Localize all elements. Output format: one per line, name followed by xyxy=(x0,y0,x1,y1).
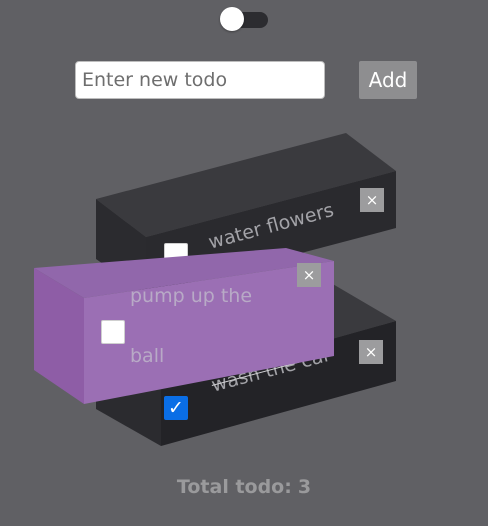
delete-button[interactable]: × xyxy=(360,188,384,212)
todo-label-line-1: pump up the xyxy=(130,285,253,307)
delete-button[interactable]: × xyxy=(297,263,321,287)
todo-item: water flowers × xyxy=(0,0,488,526)
todo-block-shape xyxy=(34,248,334,404)
todo-label: wash the car xyxy=(209,343,333,397)
todo-checkbox[interactable]: ✓ xyxy=(164,396,188,420)
todo-checkbox[interactable] xyxy=(164,243,188,267)
todo-item: pump up the ball × xyxy=(0,0,488,526)
total-label: Total todo: xyxy=(176,476,292,498)
todo-list: ✓ wash the car × water flowers × pump up… xyxy=(0,0,488,526)
todo-total: Total todo: 3 xyxy=(0,476,488,498)
delete-button[interactable]: × xyxy=(359,340,383,364)
todo-item: ✓ wash the car × xyxy=(0,0,488,526)
todo-label: water flowers xyxy=(206,199,337,254)
todo-checkbox[interactable] xyxy=(101,320,125,344)
todo-label-line-2: ball xyxy=(130,345,165,367)
todo-block-shape xyxy=(96,283,396,446)
todo-block-shape xyxy=(96,133,396,294)
total-count: 3 xyxy=(297,476,312,498)
